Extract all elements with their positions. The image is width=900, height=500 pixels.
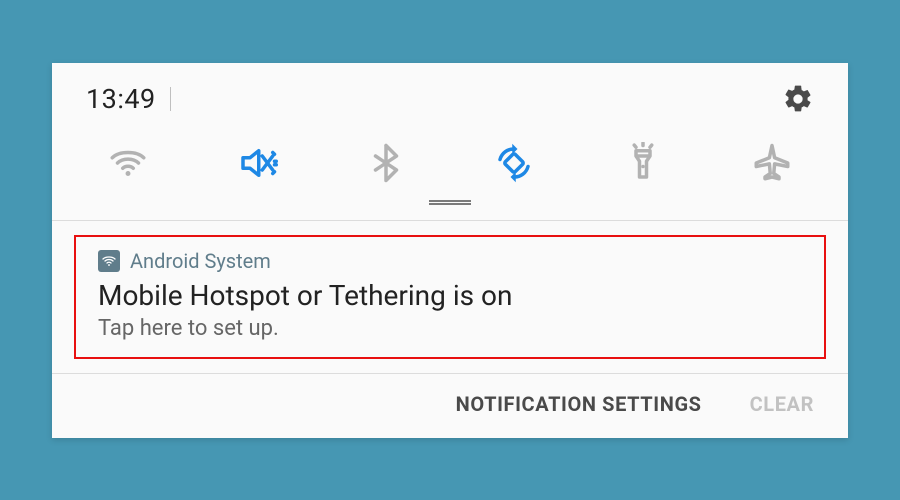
footer-actions: NOTIFICATION SETTINGS CLEAR — [52, 374, 848, 438]
qs-bluetooth[interactable] — [358, 139, 414, 187]
qs-flashlight[interactable] — [615, 139, 671, 187]
qs-sound[interactable] — [229, 139, 285, 187]
notification-title: Mobile Hotspot or Tethering is on — [98, 279, 802, 312]
notification-app-name: Android System — [130, 249, 271, 273]
divider — [52, 220, 848, 221]
notification-subtitle: Tap here to set up. — [98, 316, 802, 341]
qs-auto-rotate[interactable] — [486, 139, 542, 187]
notification-header: Android System — [98, 249, 802, 273]
clear-button[interactable]: CLEAR — [750, 392, 814, 416]
auto-rotate-icon — [493, 142, 535, 184]
notification-shade: 13:49 — [52, 63, 848, 438]
qs-wifi[interactable] — [100, 139, 156, 187]
flashlight-icon — [622, 142, 664, 184]
wifi-icon — [107, 142, 149, 184]
bluetooth-icon — [365, 142, 407, 184]
clock: 13:49 — [86, 83, 156, 115]
shade-handle-area — [52, 195, 848, 220]
airplane-icon — [751, 142, 793, 184]
notification-settings-button[interactable]: NOTIFICATION SETTINGS — [456, 392, 702, 416]
quick-settings-row — [52, 121, 848, 195]
sound-mute-icon — [236, 142, 278, 184]
qs-airplane[interactable] — [744, 139, 800, 187]
settings-button[interactable] — [782, 83, 814, 115]
notification-app-icon — [98, 250, 120, 272]
status-divider — [170, 87, 171, 111]
handle-bar-icon — [429, 200, 471, 202]
gear-icon — [782, 83, 814, 115]
notification-card[interactable]: Android System Mobile Hotspot or Tetheri… — [74, 235, 826, 359]
wifi-icon — [101, 253, 117, 269]
shade-drag-handle[interactable] — [429, 199, 471, 206]
status-bar: 13:49 — [52, 63, 848, 121]
handle-bar-icon — [429, 203, 471, 205]
